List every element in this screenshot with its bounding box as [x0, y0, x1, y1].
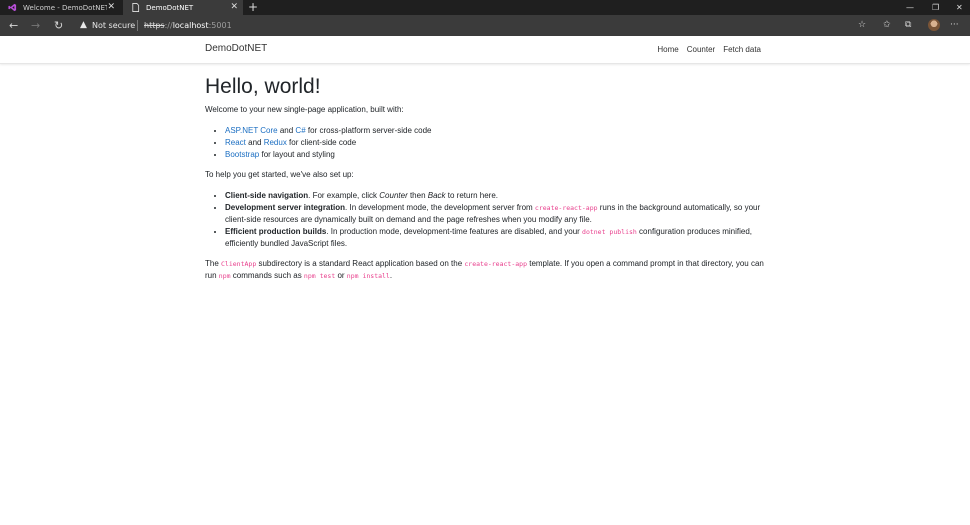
feature-code: create-react-app — [534, 204, 598, 212]
browser-tab-demodotnet[interactable]: DemoDotNET ✕ — [123, 0, 243, 15]
closing-part: or — [335, 271, 347, 280]
list-text: and — [277, 126, 296, 135]
feature-title: Client-side navigation — [225, 191, 309, 200]
more-menu-icon[interactable]: ··· — [950, 19, 959, 32]
favorite-star-icon[interactable]: ☆ — [858, 19, 866, 32]
warning-icon[interactable]: ▲ — [80, 19, 87, 32]
list-item: Development server integration. In devel… — [225, 202, 765, 226]
closing-code: create-react-app — [464, 260, 527, 268]
bootstrap-link[interactable]: Bootstrap — [225, 150, 259, 159]
closing-part: . — [389, 271, 393, 280]
nav-home[interactable]: Home — [657, 45, 678, 54]
window-close-icon[interactable]: ✕ — [956, 0, 963, 15]
url-protocol: https — [144, 21, 165, 30]
feature-emphasis: Counter — [379, 191, 408, 200]
web-page: DemoDotNET Home Counter Fetch data Hello… — [0, 36, 970, 525]
list-text: for client-side code — [286, 138, 357, 147]
csharp-link[interactable]: C# — [295, 126, 305, 135]
react-link[interactable]: React — [225, 138, 246, 147]
nav-fetch-data[interactable]: Fetch data — [723, 45, 761, 54]
browser-tab-welcome[interactable]: Welcome - DemoDotNET [Code... ✕ — [0, 0, 120, 15]
divider — [137, 20, 138, 31]
closing-code: npm test — [303, 272, 336, 280]
minimize-icon[interactable]: — — [906, 0, 914, 15]
feature-title: Development server integration — [225, 203, 346, 212]
closing-text: The ClientApp subdirectory is a standard… — [205, 258, 765, 282]
list-item: ASP.NET Core and C# for cross-platform s… — [225, 125, 765, 137]
url-host: localhost — [172, 21, 209, 30]
page-icon — [132, 3, 140, 12]
list-text: for layout and styling — [259, 150, 335, 159]
closing-code: npm install — [346, 272, 390, 280]
security-status[interactable]: Not secure — [92, 19, 135, 32]
main-content: Hello, world! Welcome to your new single… — [205, 74, 765, 291]
refresh-icon[interactable]: ↻ — [54, 18, 63, 33]
feature-text: to return here. — [445, 191, 499, 200]
features-list: Client-side navigation. For example, cli… — [225, 190, 765, 250]
url-field[interactable]: https://localhost:5001 — [144, 19, 232, 32]
intro-text: Welcome to your new single-page applicat… — [205, 105, 404, 114]
app-navbar: DemoDotNET Home Counter Fetch data — [0, 36, 970, 64]
feature-title: Efficient production builds — [225, 227, 327, 236]
list-item: Bootstrap for layout and styling — [225, 149, 765, 161]
nav-counter[interactable]: Counter — [687, 45, 715, 54]
closing-code: ClientApp — [221, 260, 257, 268]
visual-studio-icon — [8, 3, 17, 12]
close-tab-icon[interactable]: ✕ — [230, 2, 238, 12]
collections-icon[interactable]: ⧉ — [905, 19, 911, 32]
built-with-list: ASP.NET Core and C# for cross-platform s… — [225, 125, 765, 161]
new-tab-icon[interactable]: + — [248, 0, 258, 15]
list-item: React and Redux for client-side code — [225, 137, 765, 149]
list-text: and — [245, 138, 264, 147]
list-item: Efficient production builds. In producti… — [225, 226, 765, 250]
feature-text: . In development mode, the development s… — [345, 203, 535, 212]
forward-icon[interactable]: → — [31, 18, 40, 33]
closing-part: The — [205, 259, 222, 268]
back-icon[interactable]: ← — [9, 18, 18, 33]
close-tab-icon[interactable]: ✕ — [107, 2, 115, 12]
setup-intro-text: To help you get started, we've also set … — [205, 170, 354, 179]
closing-code: npm — [218, 272, 231, 280]
nav-links: Home Counter Fetch data — [657, 45, 761, 54]
list-item: Client-side navigation. For example, cli… — [225, 190, 765, 202]
favorites-icon[interactable]: ✩ — [883, 19, 891, 32]
closing-part: subdirectory is a standard React applica… — [256, 259, 465, 268]
page-title: Hello, world! — [205, 75, 321, 98]
browser-tab-bar: Welcome - DemoDotNET [Code... ✕ DemoDotN… — [0, 0, 970, 15]
feature-emphasis: Back — [427, 191, 446, 200]
restore-icon[interactable]: ❐ — [932, 0, 939, 15]
closing-part: commands such as — [230, 271, 304, 280]
tab-title: DemoDotNET — [146, 3, 194, 12]
feature-text: . In production mode, development-time f… — [326, 227, 583, 236]
feature-code: dotnet publish — [582, 228, 637, 236]
url-port: :5001 — [208, 21, 232, 30]
feature-text: then — [407, 191, 428, 200]
brand-link[interactable]: DemoDotNET — [205, 43, 267, 54]
feature-text: . For example, click — [308, 191, 380, 200]
profile-avatar[interactable] — [928, 19, 940, 31]
redux-link[interactable]: Redux — [264, 138, 287, 147]
aspnet-core-link[interactable]: ASP.NET Core — [225, 126, 278, 135]
address-bar-row: ← → ↻ ▲ Not secure https://localhost:500… — [0, 15, 970, 36]
list-text: for cross-platform server-side code — [305, 126, 432, 135]
tab-title: Welcome - DemoDotNET [Code... — [23, 3, 107, 12]
